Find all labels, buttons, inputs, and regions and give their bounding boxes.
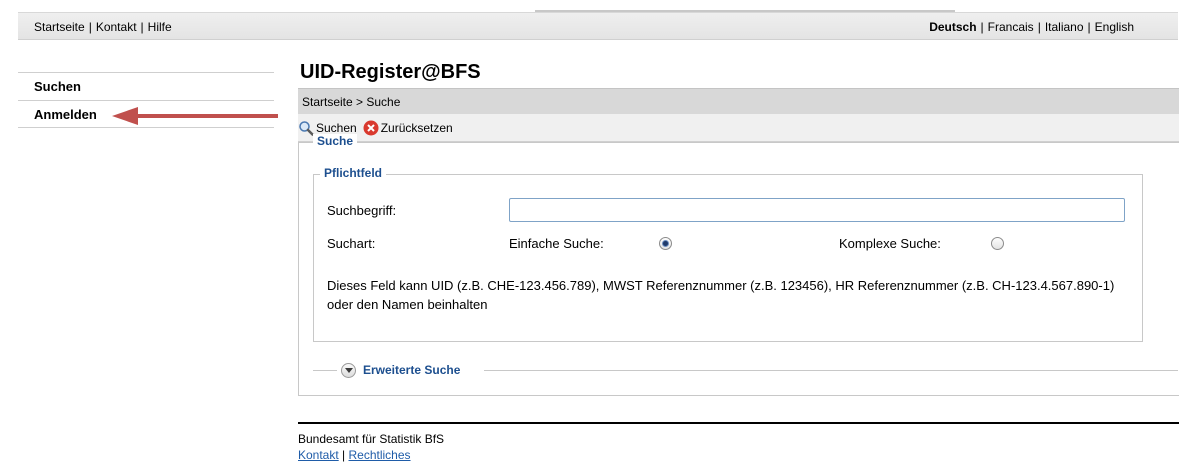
search-help-text: Dieses Feld kann UID (z.B. CHE-123.456.7…: [327, 278, 1115, 312]
red-x-icon: [363, 120, 379, 135]
reset-button[interactable]: Zurücksetzen: [363, 114, 453, 142]
separator: |: [140, 20, 144, 34]
language-italiano[interactable]: Italiano: [1045, 20, 1084, 34]
kontakt-link[interactable]: Kontakt: [96, 20, 137, 34]
separator: |: [1037, 20, 1041, 34]
footer-divider: [298, 422, 1179, 424]
separator: |: [980, 20, 984, 34]
breadcrumb: Startseite > Suche: [298, 88, 1179, 114]
utility-links: Startseite | Kontakt | Hilfe: [34, 13, 172, 41]
sidebar-item-suchen[interactable]: Suchen: [18, 72, 274, 100]
footer: Bundesamt für Statistik BfS Kontakt | Re…: [298, 431, 444, 463]
magnifier-icon: [299, 120, 314, 136]
footer-links: Kontakt | Rechtliches: [298, 447, 444, 463]
toolbar: Suchen Zurücksetzen: [298, 114, 1179, 142]
advanced-border-right: [484, 370, 1178, 371]
fieldset-border-top: [299, 142, 1179, 143]
advanced-border-left: [313, 370, 337, 371]
top-navigation-bar: Startseite | Kontakt | Hilfe Deutsch | Francai…: [18, 12, 1178, 40]
footer-organization: Bundesamt für Statistik BfS: [298, 432, 445, 446]
hilfe-link[interactable]: Hilfe: [148, 20, 172, 34]
footer-rechtliches-link[interactable]: Rechtliches: [349, 448, 411, 462]
advanced-search-legend[interactable]: Erweiterte Suche: [359, 363, 465, 377]
expand-advanced-button[interactable]: [341, 363, 356, 378]
language-francais[interactable]: Francais: [988, 20, 1034, 34]
startseite-link[interactable]: Startseite: [34, 20, 85, 34]
simple-search-label: Einfache Suche:: [509, 236, 604, 251]
language-switcher: Deutsch | Francais | Italiano | English: [929, 13, 1134, 41]
language-english[interactable]: English: [1095, 20, 1134, 34]
separator: |: [338, 448, 349, 462]
footer-kontakt-link[interactable]: Kontakt: [298, 448, 339, 462]
search-type-label: Suchart:: [327, 236, 376, 251]
required-fieldset: Pflichtfeld Suchbegriff: Suchart: Einfac…: [313, 166, 1143, 342]
main-content: UID-Register@BFS Startseite > Suche Such…: [298, 58, 1179, 396]
page-title: UID-Register@BFS: [300, 61, 481, 83]
reset-button-label: Zurücksetzen: [380, 120, 453, 135]
separator: |: [1087, 20, 1091, 34]
complex-search-label: Komplexe Suche:: [839, 236, 941, 251]
search-term-input[interactable]: [509, 198, 1125, 222]
annotation-arrow-icon: [112, 107, 278, 125]
simple-search-radio[interactable]: [659, 237, 672, 250]
search-legend: Suche: [313, 134, 358, 148]
search-term-label: Suchbegriff:: [327, 203, 397, 218]
language-deutsch[interactable]: Deutsch: [929, 20, 976, 34]
complex-search-radio[interactable]: [991, 237, 1004, 250]
separator: |: [88, 20, 92, 34]
chevron-down-icon: [344, 367, 353, 373]
required-legend: Pflichtfeld: [320, 166, 387, 180]
search-fieldset: Suche Pflichtfeld Suchbegriff: Suchart: …: [298, 134, 1179, 396]
